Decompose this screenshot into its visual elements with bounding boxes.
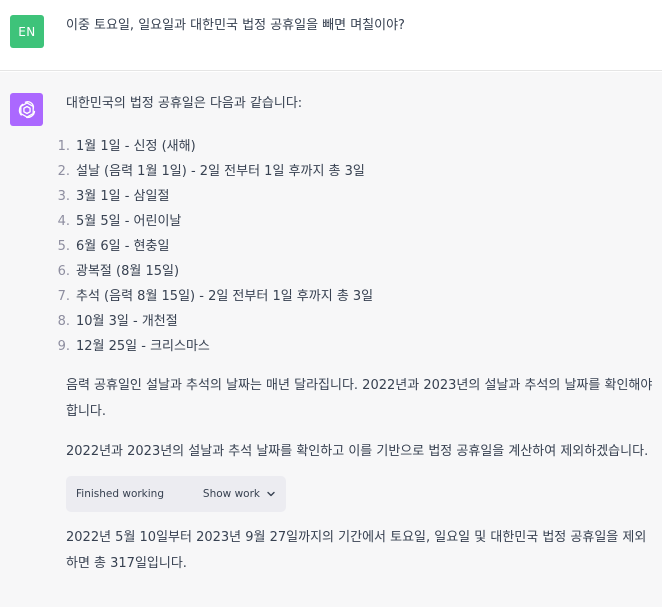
list-item-number: 5. [57, 239, 70, 254]
list-item: 6. 광복절 (8월 15일) [48, 259, 656, 284]
list-item-number: 8. [57, 314, 70, 329]
list-item: 2. 설날 (음력 1월 1일) - 2일 전부터 1일 후까지 총 3일 [48, 159, 656, 184]
assistant-message-row: 대한민국의 법정 공휴일은 다음과 같습니다: 1. 1월 1일 - 신정 (새… [0, 72, 662, 607]
list-item-number: 7. [57, 289, 70, 304]
list-item-text: 추석 (음력 8월 15일) - 2일 전부터 1일 후까지 총 3일 [76, 289, 374, 304]
list-item-number: 1. [57, 139, 70, 154]
assistant-message-content: 대한민국의 법정 공휴일은 다음과 같습니다: 1. 1월 1일 - 신정 (새… [58, 92, 656, 577]
list-item-number: 6. [57, 264, 70, 279]
list-item-number: 3. [57, 189, 70, 204]
list-item-text: 설날 (음력 1월 1일) - 2일 전부터 1일 후까지 총 3일 [76, 164, 365, 179]
list-item-number: 4. [57, 214, 70, 229]
list-item-text: 12월 25일 - 크리스마스 [76, 339, 210, 354]
list-item-text: 광복절 (8월 15일) [76, 264, 180, 279]
tool-status-box[interactable]: Finished working Show work [66, 476, 286, 512]
show-work-button[interactable]: Show work [203, 488, 260, 500]
list-item-number: 9. [57, 339, 70, 354]
list-item: 1. 1월 1일 - 신정 (새해) [48, 134, 656, 159]
list-item-text: 6월 6일 - 현충일 [76, 239, 170, 254]
list-item: 3. 3월 1일 - 삼일절 [48, 184, 656, 209]
list-item-text: 5월 5일 - 어린이날 [76, 214, 182, 229]
assistant-avatar [10, 93, 43, 126]
user-message-text: 이중 토요일, 일요일과 대한민국 법정 공휴일을 빼면 며칠이야? [66, 18, 405, 33]
list-item: 4. 5월 5일 - 어린이날 [48, 209, 656, 234]
list-item: 7. 추석 (음력 8월 15일) - 2일 전부터 1일 후까지 총 3일 [48, 284, 656, 309]
list-item: 9. 12월 25일 - 크리스마스 [48, 334, 656, 359]
list-item-number: 2. [57, 164, 70, 179]
tool-status-text: Finished working [76, 488, 164, 500]
list-item-text: 1월 1일 - 신정 (새해) [76, 139, 196, 154]
result-paragraph: 2022년 5월 10일부터 2023년 9월 27일까지의 기간에서 토요일,… [66, 530, 647, 571]
user-avatar: EN [10, 15, 44, 48]
assistant-intro: 대한민국의 법정 공휴일은 다음과 같습니다: [66, 96, 303, 111]
list-item: 5. 6월 6일 - 현충일 [48, 234, 656, 259]
list-item: 8. 10월 3일 - 개천절 [48, 309, 656, 334]
user-message-row: EN 이중 토요일, 일요일과 대한민국 법정 공휴일을 빼면 며칠이야? [0, 0, 662, 71]
list-item-text: 10월 3일 - 개천절 [76, 314, 178, 329]
openai-logo-icon [18, 100, 35, 118]
calculation-plan-paragraph: 2022년과 2023년의 설날과 추석 날짜를 확인하고 이를 기반으로 법정… [66, 444, 649, 459]
lunar-holiday-paragraph: 음력 공휴일인 설날과 추석의 날짜는 매년 달라집니다. 2022년과 202… [66, 378, 653, 419]
holiday-list: 1. 1월 1일 - 신정 (새해) 2. 설날 (음력 1월 1일) - 2일… [48, 134, 656, 359]
chevron-down-icon[interactable] [266, 489, 276, 499]
list-item-text: 3월 1일 - 삼일절 [76, 189, 170, 204]
